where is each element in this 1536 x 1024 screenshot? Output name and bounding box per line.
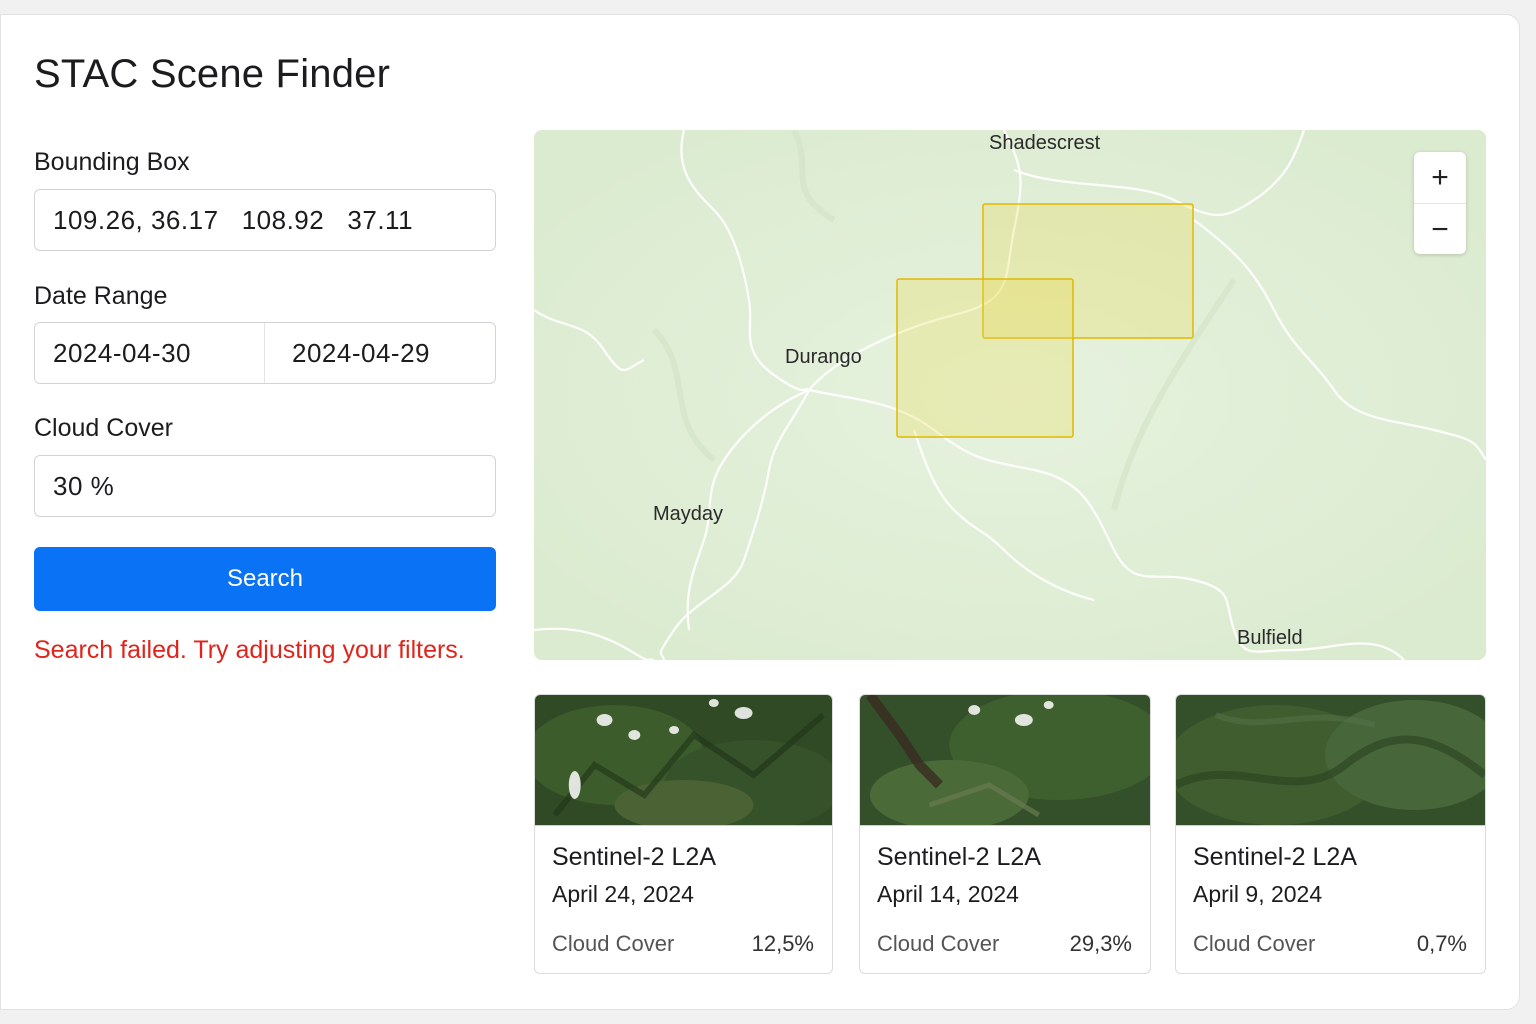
- zoom-control: + −: [1414, 152, 1466, 254]
- end-date-value: 2024-04-29: [292, 337, 430, 368]
- error-message: Search failed. Try adjusting your filter…: [34, 636, 465, 664]
- date-range-label: Date Range: [34, 282, 168, 310]
- end-date-input[interactable]: 2024-04-29: [265, 323, 495, 383]
- card-cloud-label: Cloud Cover: [552, 931, 675, 956]
- map-label-bulfield: Bulfield: [1237, 627, 1303, 649]
- card-collection: Sentinel-2 L2A: [552, 843, 717, 871]
- cloud-cover-value: 30 %: [53, 470, 115, 501]
- result-card[interactable]: Sentinel-2 L2A April 14, 2024 Cloud Cove…: [859, 694, 1151, 974]
- map-view[interactable]: Shadescrest Durango Mayday Bulfield: [534, 130, 1486, 660]
- map-label-shadescrest: Shadescrest: [989, 132, 1101, 154]
- start-date-input[interactable]: 2024-04-30: [35, 323, 265, 383]
- result-card[interactable]: Sentinel-2 L2A April 9, 2024 Cloud Cover…: [1175, 694, 1486, 974]
- map-label-durango: Durango: [785, 346, 862, 368]
- card-cloud-value: 29,3%: [1069, 931, 1132, 956]
- bbox-input[interactable]: 109.26, 36.17 108.92 37.11: [34, 189, 496, 251]
- search-button[interactable]: Search: [34, 547, 496, 611]
- card-collection: Sentinel-2 L2A: [877, 843, 1042, 871]
- card-cloud-value: 12,5%: [751, 931, 814, 956]
- page-title: STAC Scene Finder: [34, 52, 391, 96]
- card-cloud-value: 0,7%: [1416, 931, 1467, 956]
- scene-thumbnail: [860, 695, 1150, 830]
- cloud-cover-label: Cloud Cover: [34, 414, 173, 442]
- zoom-in-button[interactable]: +: [1414, 152, 1466, 204]
- scene-thumbnail: [1176, 695, 1485, 826]
- card-cloud-label: Cloud Cover: [1193, 931, 1316, 956]
- bbox-label: Bounding Box: [34, 148, 190, 176]
- scene-thumbnail: [535, 695, 832, 830]
- map-basemap: [534, 130, 1486, 660]
- card-date: April 9, 2024: [1193, 881, 1323, 907]
- start-date-value: 2024-04-30: [53, 337, 191, 368]
- card-collection: Sentinel-2 L2A: [1193, 843, 1358, 871]
- zoom-out-button[interactable]: −: [1414, 204, 1466, 255]
- card-cloud-label: Cloud Cover: [877, 931, 1000, 956]
- cloud-cover-input[interactable]: 30 %: [34, 455, 496, 517]
- map-label-mayday: Mayday: [653, 503, 724, 525]
- bbox-value: 109.26, 36.17 108.92 37.11: [53, 204, 414, 235]
- card-date: April 14, 2024: [877, 881, 1019, 907]
- card-date: April 24, 2024: [552, 881, 694, 907]
- result-card[interactable]: Sentinel-2 L2A April 24, 2024 Cloud Cove…: [534, 694, 833, 974]
- date-range-field: 2024-04-30 2024-04-29: [34, 322, 496, 384]
